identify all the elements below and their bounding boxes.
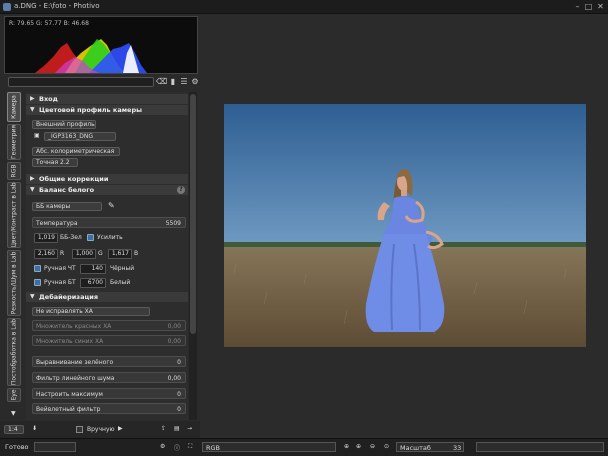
g-multiplier-input[interactable]: 1,000 — [72, 249, 96, 259]
preview-image[interactable] — [224, 104, 586, 347]
section-camera-profile[interactable]: ▼ Цветовой профиль камеры — [26, 105, 188, 115]
forward-icon[interactable]: → — [187, 425, 192, 432]
clear-search-icon[interactable]: ⌫ — [156, 77, 167, 87]
fullscreen-icon[interactable]: ⛶ — [188, 443, 192, 451]
scrollbar-thumb[interactable] — [190, 94, 196, 334]
tab-eye[interactable]: Eye — [7, 388, 21, 402]
search-input[interactable] — [8, 77, 154, 87]
manual-label: Вручную — [87, 426, 115, 433]
open-file-icon[interactable]: ▤ — [174, 425, 180, 432]
black-point-input[interactable]: 140 — [80, 264, 106, 274]
export-icon[interactable]: ⇪ — [161, 425, 166, 432]
profile-file-field[interactable]: _IGP3163_DNG — [44, 132, 116, 141]
ca-mode-select[interactable]: Не исправлять ХА — [32, 307, 150, 316]
status-text: Готово — [5, 443, 29, 451]
search-row: ⌫ ▮ ☰ ⚙ — [4, 77, 200, 88]
tab-geometry[interactable]: Геометрия — [7, 124, 21, 160]
tab-color-contrast-lab[interactable]: Цвет/Контраст в Lab — [7, 182, 21, 248]
folder-icon[interactable]: ▣ — [34, 132, 40, 139]
manual-black-checkbox[interactable] — [34, 265, 41, 272]
r-label: R — [60, 250, 65, 257]
maximize-button[interactable]: □ — [584, 2, 593, 11]
manual-white-label: Ручная БТ — [44, 279, 76, 286]
expand-icon: ▶ — [30, 175, 35, 182]
title-bar: a.DNG - E:\foto - Photivo – □ ✕ — [0, 0, 608, 14]
tabs-scroll-down-icon[interactable]: ▼ — [11, 410, 16, 417]
settings-panel: ▶ Вход ▼ Цветовой профиль камеры Внешний… — [26, 92, 188, 420]
red-ca-slider: Множитель красных ХА 0,00 — [32, 320, 186, 331]
vertical-tabs: Камера Геометрия RGB Цвет/Контраст в Lab… — [7, 92, 22, 420]
g-label: G — [98, 250, 103, 257]
b-label: B — [134, 250, 139, 257]
pin-icon[interactable]: ⬇ — [32, 425, 37, 432]
status-bar: Готово ⚙ ⓘ ⛶ RGB ⊕ ⊕ ⊖ ⊙ Масштаб 33 — [0, 438, 608, 456]
expand-icon: ▶ — [30, 95, 35, 102]
collapse-icon: ▼ — [30, 186, 35, 193]
gear-icon[interactable]: ⚙ — [190, 77, 200, 87]
boost-label: Усилить — [97, 234, 123, 241]
zoom-out-icon[interactable]: ⊖ — [370, 443, 375, 450]
histogram: R: 79.65 G: 57.77 B: 46.68 — [4, 16, 198, 74]
white-point-input[interactable]: 6700 — [80, 278, 106, 288]
app-icon — [3, 3, 11, 11]
section-demosaic[interactable]: ▼ Дебайеризация — [26, 292, 188, 302]
green-equalization-slider[interactable]: Выравнивание зелёного 0 — [32, 356, 186, 367]
rendering-intent-select[interactable]: Абс. колориметрическая — [32, 147, 120, 156]
boost-checkbox[interactable] — [87, 234, 94, 241]
profile-source-select[interactable]: Внешний профиль — [32, 120, 96, 129]
eyedropper-icon[interactable]: ✎ — [108, 201, 115, 210]
mode-select[interactable]: RGB — [202, 442, 336, 452]
b-multiplier-input[interactable]: 1,617 — [108, 249, 132, 259]
list-icon[interactable]: ☰ — [179, 77, 189, 87]
tab-postprocess-lab[interactable]: Постобработка в Lab — [7, 318, 21, 386]
collapse-icon: ▼ — [30, 106, 35, 113]
tab-camera[interactable]: Камера — [7, 92, 21, 122]
scale-select[interactable]: 1:4 — [4, 425, 24, 434]
bookmark-icon[interactable]: ▮ — [168, 77, 178, 87]
wb-green-label: ББ-Зел — [60, 234, 82, 241]
left-footer: 1:4 ⬇ Вручную ▶ ⇪ ▤ → — [0, 421, 200, 438]
status-info-box — [476, 442, 604, 452]
section-general-corrections[interactable]: ▶ Общие коррекции — [26, 174, 188, 184]
tab-rgb[interactable]: RGB — [7, 162, 21, 180]
section-white-balance[interactable]: ▼ Баланс белого ? — [26, 185, 188, 195]
zoom-in-icon[interactable]: ⊕ — [356, 443, 361, 450]
minimize-button[interactable]: – — [573, 2, 582, 11]
panel-scrollbar[interactable] — [189, 92, 197, 420]
collapse-icon: ▼ — [30, 293, 35, 300]
play-icon[interactable]: ▶ — [118, 425, 123, 432]
status-progress — [34, 442, 76, 452]
black-point-label: Чёрный — [110, 265, 135, 272]
zoom-fit-icon[interactable]: ⊕ — [344, 443, 349, 450]
white-point-label: Белый — [110, 279, 131, 286]
settings-icon[interactable]: ⚙ — [160, 443, 165, 450]
manual-black-label: Ручная ЧТ — [44, 265, 76, 272]
blue-ca-slider: Множитель синих ХА 0,00 — [32, 335, 186, 346]
temperature-slider[interactable]: Температура 5509 — [32, 217, 186, 228]
adjust-maximum-slider[interactable]: Настроить максимум 0 — [32, 388, 186, 399]
info-icon[interactable]: ⓘ — [174, 443, 180, 452]
zoom-100-icon[interactable]: ⊙ — [384, 443, 389, 450]
close-button[interactable]: ✕ — [596, 2, 605, 11]
r-multiplier-input[interactable]: 2,160 — [34, 249, 58, 259]
line-noise-slider[interactable]: Фильтр линейного шума 0,00 — [32, 372, 186, 383]
manual-white-checkbox[interactable] — [34, 279, 41, 286]
wb-green-input[interactable]: 1,019 — [34, 233, 58, 243]
help-icon[interactable]: ? — [177, 186, 185, 194]
section-input[interactable]: ▶ Вход — [26, 94, 188, 104]
wb-preset-select[interactable]: ББ камеры — [32, 202, 102, 211]
histogram-graph — [35, 39, 147, 73]
wavelet-filter-slider[interactable]: Вейвлетный фильтр 0 — [32, 403, 186, 414]
zoom-field[interactable]: Масштаб 33 — [396, 442, 464, 452]
tab-sharpness-noise-lab[interactable]: Резкость/Шум в Lab — [7, 250, 21, 316]
manual-checkbox[interactable] — [76, 426, 83, 433]
gamma-select[interactable]: Точная 2.2 — [32, 158, 78, 167]
window-title: a.DNG - E:\foto - Photivo — [14, 2, 100, 10]
